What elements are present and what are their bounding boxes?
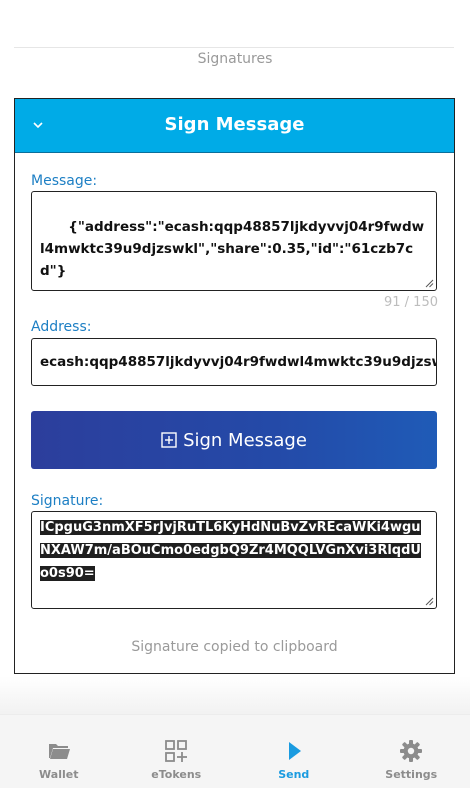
page: Signatures Sign Message Message: {"addre…: [0, 0, 470, 788]
nav-item-send[interactable]: Send: [235, 715, 353, 788]
message-char-counter: 91 / 150: [384, 295, 438, 310]
message-text: {"address":"ecash:qqp48857ljkdyvvj04r9fw…: [40, 219, 425, 279]
resize-grip-icon[interactable]: [425, 279, 434, 288]
signature-text: ICpguG3nmXF5rJvjRuTL6KyHdNuBvZvREcaWKi4w…: [40, 520, 421, 581]
signature-textarea[interactable]: ICpguG3nmXF5rJvjRuTL6KyHdNuBvZvREcaWKi4w…: [31, 511, 437, 609]
sign-message-panel: Sign Message Message: {"address":"ecash:…: [14, 98, 455, 674]
nav-item-settings[interactable]: Settings: [353, 715, 470, 788]
signature-label: Signature:: [31, 493, 104, 509]
play-icon: [288, 742, 301, 760]
message-label: Message:: [31, 173, 98, 189]
message-textarea[interactable]: {"address":"ecash:qqp48857ljkdyvvj04r9fw…: [31, 191, 437, 291]
nav-item-label: eTokens: [151, 768, 202, 781]
section-label: Signatures: [197, 51, 273, 67]
grid-plus-icon: [165, 740, 188, 762]
nav-item-label: Settings: [385, 768, 438, 781]
bottom-nav: Wallet eTokens Send Settings: [0, 714, 470, 788]
bottom-fade: [0, 676, 470, 716]
nav-item-wallet[interactable]: Wallet: [0, 715, 118, 788]
panel-header[interactable]: Sign Message: [15, 99, 454, 153]
copied-status-text: Signature copied to clipboard: [131, 639, 338, 655]
top-divider: [14, 47, 454, 48]
plus-square-icon: [161, 432, 177, 448]
panel-title: Sign Message: [164, 114, 305, 135]
sign-message-button-label: Sign Message: [183, 429, 307, 451]
folder-icon: [48, 744, 70, 759]
resize-grip-icon[interactable]: [425, 597, 434, 606]
gear-icon: [400, 740, 423, 762]
nav-item-label: Wallet: [39, 768, 79, 781]
nav-item-etokens[interactable]: eTokens: [118, 715, 236, 788]
address-label: Address:: [31, 319, 92, 335]
address-input[interactable]: ecash:qqp48857ljkdyvvj04r9fwdwl4mwktc39u…: [31, 338, 437, 386]
nav-item-label: Send: [278, 768, 310, 781]
sign-message-button[interactable]: Sign Message: [31, 411, 437, 469]
